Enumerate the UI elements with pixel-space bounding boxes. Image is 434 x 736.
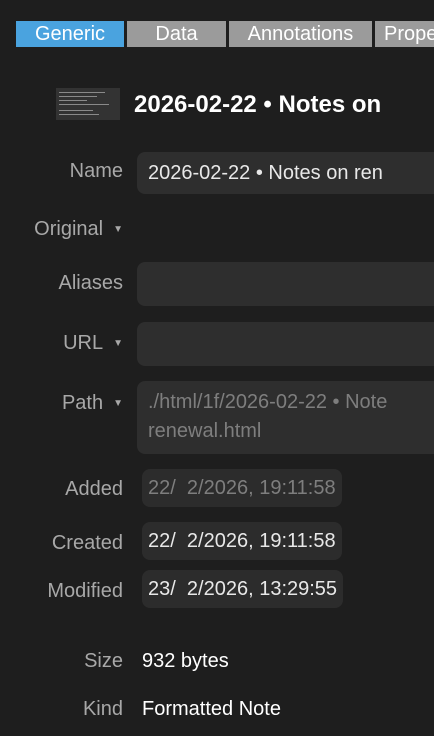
path-field[interactable]: ./html/1f/2026-02-22 • Note renewal.html <box>137 381 434 454</box>
aliases-field[interactable] <box>137 262 434 306</box>
path-dropdown[interactable]: Path ▼ <box>62 390 123 417</box>
inspector-tabs: Generic Data Annotations Prope <box>16 21 434 47</box>
url-field[interactable] <box>137 322 434 366</box>
triangle-down-icon: ▼ <box>113 397 123 409</box>
tab-properties[interactable]: Prope <box>375 21 434 47</box>
url-dropdown[interactable]: URL ▼ <box>63 330 123 357</box>
modified-label: Modified <box>47 580 123 602</box>
record-title: 2026-02-22 • Notes on <box>134 91 382 118</box>
created-date-field[interactable]: 22/ 2/2026, 19:11:58 <box>142 522 342 560</box>
aliases-label: Aliases <box>58 272 123 294</box>
name-label: Name <box>69 160 123 182</box>
kind-value: Formatted Note <box>142 698 281 720</box>
size-label: Size <box>84 650 123 672</box>
created-label: Created <box>51 532 123 554</box>
triangle-down-icon: ▼ <box>113 337 123 349</box>
size-value: 932 bytes <box>142 650 229 672</box>
tab-data[interactable]: Data <box>127 21 226 47</box>
original-dropdown[interactable]: Original ▼ <box>34 216 123 243</box>
kind-label: Kind <box>82 698 123 720</box>
modified-date-field[interactable]: 23/ 2/2026, 13:29:55 <box>142 570 344 608</box>
triangle-down-icon: ▼ <box>113 223 123 235</box>
added-label: Added <box>65 478 123 500</box>
tab-generic[interactable]: Generic <box>16 21 124 47</box>
info-inspector: Generic Data Annotations Prope 2026-02-2… <box>0 0 434 736</box>
path-line-2: renewal.html <box>148 420 262 442</box>
path-line-1: ./html/1f/2026-02-22 • Note <box>148 391 388 413</box>
tab-annotations[interactable]: Annotations <box>229 21 372 47</box>
note-thumbnail-icon <box>56 88 120 120</box>
name-field[interactable]: 2026-02-22 • Notes on ren <box>137 152 434 194</box>
added-date: 22/ 2/2026, 19:11:58 <box>142 469 342 507</box>
